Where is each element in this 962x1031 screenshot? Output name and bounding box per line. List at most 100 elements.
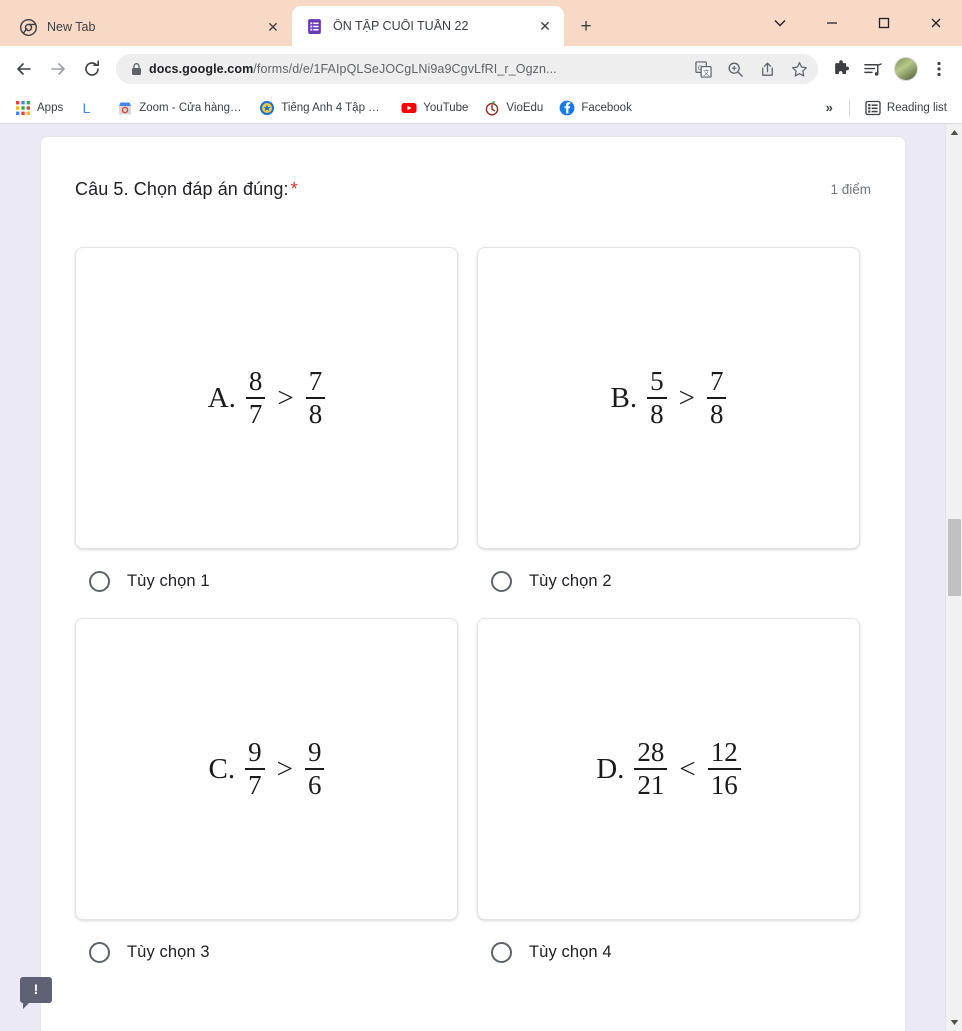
bookmark-vioedu[interactable]: VioEdu: [477, 97, 550, 119]
reading-list-button[interactable]: Reading list: [858, 97, 954, 119]
option-cell-4: D. 28 21 < 12 16 Tùy chọn 4: [477, 618, 860, 989]
bookmarks-bar: Apps L Zoom - Cửa hàng Chr... Tiếng Anh …: [0, 92, 962, 124]
tab-new-tab[interactable]: New Tab ✕: [6, 8, 292, 46]
vioedu-icon: [486, 100, 499, 115]
option-image-1: A. 8 7 > 7 8: [75, 247, 458, 550]
denominator: 8: [305, 397, 326, 429]
tab-close-icon[interactable]: ✕: [536, 17, 554, 35]
radio-button-1[interactable]: [89, 571, 110, 593]
radio-button-3[interactable]: [89, 942, 110, 964]
option-radio-row-2[interactable]: Tùy chọn 2: [477, 549, 860, 618]
numerator: 7: [709, 366, 724, 397]
radio-button-2[interactable]: [491, 571, 512, 593]
bookmark-facebook[interactable]: Facebook: [552, 97, 639, 119]
option-radio-row-3[interactable]: Tùy chọn 3: [75, 920, 458, 989]
option-label-3: Tùy chọn 3: [127, 943, 210, 962]
new-tab-button[interactable]: +: [572, 13, 600, 41]
bookmark-label: YouTube: [423, 101, 469, 114]
numerator: 7: [308, 366, 323, 397]
feedback-button[interactable]: !: [20, 977, 52, 1009]
page-scrollbar[interactable]: [945, 124, 962, 1031]
avatar[interactable]: [894, 57, 918, 81]
numerator: 9: [248, 737, 262, 768]
feedback-icon: !: [33, 981, 39, 997]
math-expression-a: A. 8 7 > 7 8: [207, 366, 326, 429]
denominator: 16: [707, 768, 741, 800]
browser-window: New Tab ✕ ÔN TẬP CUỐI TUẦN 22 ✕ + docs.g…: [0, 0, 962, 1031]
scroll-down-arrow-icon[interactable]: [946, 1014, 962, 1031]
back-button[interactable]: [8, 53, 40, 85]
bookmark-label: Facebook: [581, 101, 632, 114]
bookmarks-overflow-button[interactable]: »: [818, 97, 841, 118]
browser-toolbar: docs.google.com/forms/d/e/1FAIpQLSeJOCgL…: [0, 46, 962, 92]
scroll-up-arrow-icon[interactable]: [946, 124, 962, 141]
fraction-left: 28 21: [634, 737, 668, 800]
media-control-icon[interactable]: [858, 53, 888, 85]
share-icon[interactable]: [754, 56, 780, 82]
denominator: 8: [706, 397, 727, 429]
bookmark-tieng-anh-4[interactable]: Tiếng Anh 4 Tập 1 -...: [252, 97, 392, 119]
fraction-right: 12 16: [707, 737, 741, 800]
fraction-left: 5 8: [647, 366, 667, 429]
option-label-4: Tùy chọn 4: [529, 943, 612, 962]
tab-close-icon[interactable]: ✕: [264, 18, 282, 36]
bookmarks-divider: [848, 98, 850, 117]
required-marker: *: [290, 179, 298, 199]
translate-icon[interactable]: G 文: [690, 56, 716, 82]
option-radio-row-4[interactable]: Tùy chọn 4: [477, 920, 860, 989]
option-label-2: Tùy chọn 2: [529, 572, 612, 591]
bookmark-apps[interactable]: Apps: [8, 97, 70, 119]
question-text: Câu 5. Chọn đáp án đúng:: [75, 179, 289, 199]
chrome-webstore-icon: [119, 102, 132, 114]
close-window-button[interactable]: [910, 3, 962, 43]
reload-button[interactable]: [76, 53, 108, 85]
minimize-button[interactable]: [806, 3, 858, 43]
bookmark-label: VioEdu: [506, 101, 544, 114]
maximize-button[interactable]: [858, 3, 910, 43]
bookmark-label: Apps: [37, 101, 64, 114]
three-dot-menu-icon[interactable]: [924, 53, 954, 85]
tab-title: ÔN TẬP CUỐI TUẦN 22: [333, 19, 469, 33]
denominator: 8: [647, 397, 667, 429]
radio-button-4[interactable]: [491, 942, 512, 964]
form-question-card: Câu 5. Chọn đáp án đúng:* 1 điểm A. 8 7: [40, 136, 906, 1031]
math-expression-d: D. 28 21 < 12 16: [596, 737, 741, 800]
numerator: 8: [248, 366, 263, 397]
bookmark-l[interactable]: L: [72, 97, 108, 119]
bookmark-youtube[interactable]: YouTube: [394, 97, 475, 119]
tab-title: New Tab: [47, 20, 96, 34]
option-cell-1: A. 8 7 > 7 8 Tùy chọn 1: [75, 247, 458, 618]
forward-button[interactable]: [42, 53, 74, 85]
bookmark-zoom-chrome-store[interactable]: Zoom - Cửa hàng Chr...: [110, 97, 250, 119]
lock-icon: [132, 63, 141, 75]
option-radio-row-1[interactable]: Tùy chọn 1: [75, 549, 458, 618]
reading-list-label: Reading list: [886, 101, 947, 114]
tab-strip: New Tab ✕ ÔN TẬP CUỐI TUẦN 22 ✕ +: [0, 0, 962, 46]
numerator: 9: [307, 737, 322, 768]
bookmark-label: Tiếng Anh 4 Tập 1 -...: [281, 101, 386, 114]
option-letter: B.: [610, 381, 638, 414]
star-icon[interactable]: [786, 56, 812, 82]
scrollbar-thumb[interactable]: [948, 519, 961, 596]
comparison-operator: >: [678, 381, 695, 414]
reading-list-icon: [865, 100, 881, 115]
facebook-icon: [559, 100, 575, 115]
tab-on-tap-cuoi-tuan-22[interactable]: ÔN TẬP CUỐI TUẦN 22 ✕: [292, 6, 564, 46]
option-letter: D.: [596, 752, 625, 785]
puzzle-icon[interactable]: [826, 53, 856, 85]
apps-grid-icon: [16, 100, 30, 115]
tab-search-icon[interactable]: [754, 3, 806, 43]
bookmark-label: Zoom - Cửa hàng Chr...: [139, 101, 243, 114]
points-label: 1 điểm: [830, 182, 871, 197]
option-letter: A.: [207, 381, 236, 414]
denominator: 6: [304, 768, 325, 800]
url-text: docs.google.com/forms/d/e/1FAIpQLSeJOCgL…: [149, 62, 684, 76]
math-expression-c: C. 9 7 > 9 6: [209, 737, 325, 800]
option-image-2: B. 5 8 > 7 8: [477, 247, 860, 550]
address-bar[interactable]: docs.google.com/forms/d/e/1FAIpQLSeJOCgL…: [116, 54, 818, 84]
zoom-icon[interactable]: [722, 56, 748, 82]
svg-text:文: 文: [703, 67, 710, 76]
url-domain: docs.google.com: [149, 62, 254, 76]
question-header: Câu 5. Chọn đáp án đúng: * 1 điểm: [75, 177, 871, 202]
chrome-icon: [20, 18, 37, 36]
